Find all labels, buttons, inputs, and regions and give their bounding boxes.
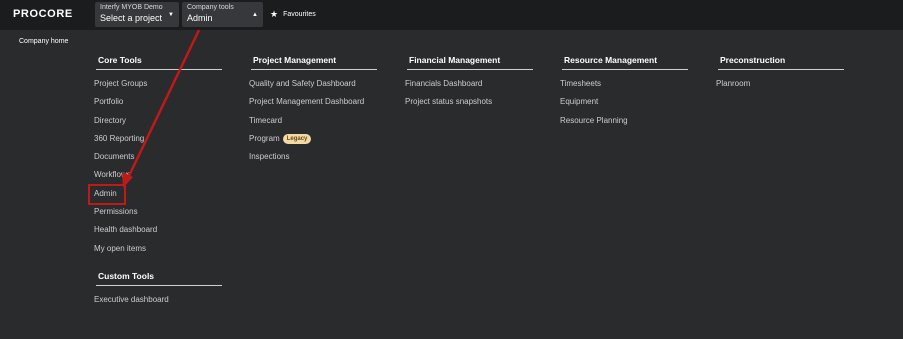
annotation-arrow bbox=[122, 29, 201, 188]
